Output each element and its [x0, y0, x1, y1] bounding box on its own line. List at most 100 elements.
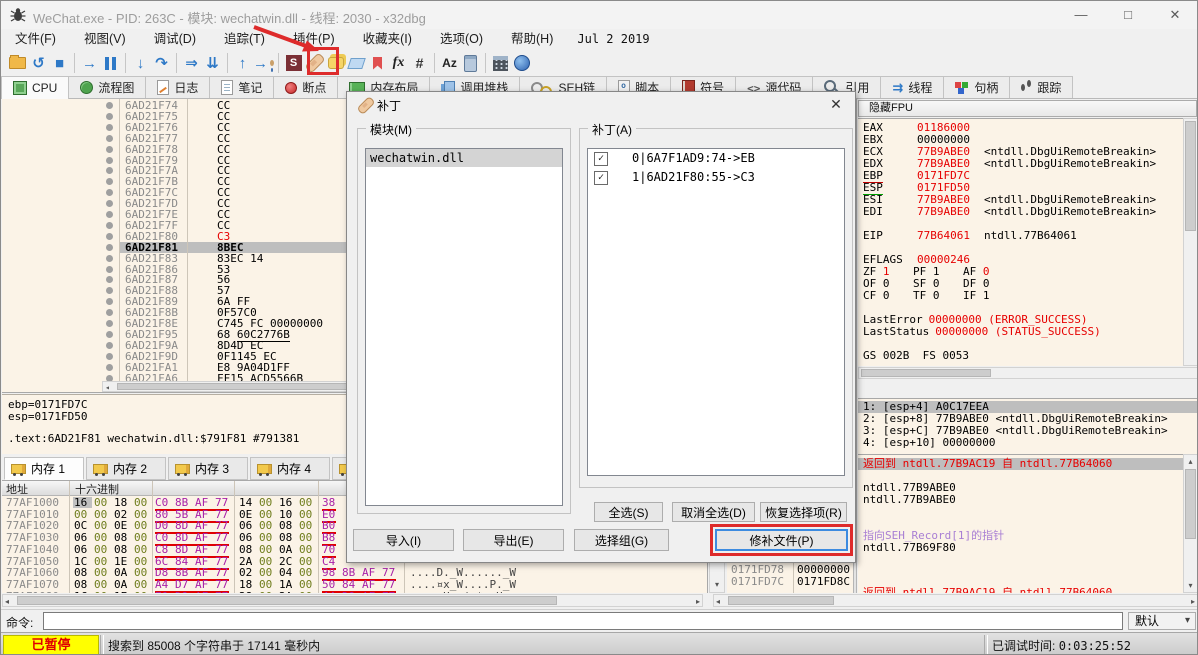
breakpoint-dot[interactable] — [106, 200, 113, 208]
menu-build-date: Jul 2 2019 — [577, 32, 650, 46]
close-button[interactable]: ✕ — [1158, 5, 1192, 25]
breakpoint-dot[interactable] — [106, 167, 113, 175]
import-button[interactable]: 导入(I) — [353, 529, 454, 551]
step-over-icon[interactable]: ↷ — [151, 51, 172, 75]
tab-线程[interactable]: 线程 — [881, 76, 945, 98]
patch-list-item[interactable]: ✓ 0|6A7F1AD9:74->EB — [588, 149, 844, 168]
pause-icon[interactable] — [100, 51, 121, 75]
memory-tab-4[interactable]: 内存 4 — [250, 457, 330, 480]
deselect-all-button[interactable]: 取消全选(D) — [672, 502, 755, 522]
checkbox-checked-icon[interactable]: ✓ — [594, 152, 608, 166]
tab-跟踪[interactable]: 跟踪 — [1010, 76, 1074, 98]
hash-icon[interactable]: # — [409, 51, 430, 75]
breakpoint-dot[interactable] — [106, 211, 113, 218]
breakpoint-dot[interactable] — [106, 276, 113, 284]
stack-info-pane[interactable]: 返回到 ntdll.77B9AC19 自 ntdll.77B64060 ntdll… — [858, 454, 1183, 593]
stack-info-vertical-scrollbar[interactable]: ▴ ▾ — [1183, 454, 1197, 593]
select-all-button[interactable]: 全选(S) — [594, 502, 663, 522]
breakpoint-dot[interactable] — [106, 254, 113, 262]
phone-icon[interactable] — [460, 51, 481, 75]
stack-horizontal-scrollbar[interactable]: ◂ ▸ — [713, 594, 1197, 607]
select-group-button[interactable]: 选择组(G) — [574, 529, 669, 551]
breakpoint-dot[interactable] — [106, 363, 113, 371]
tab-句柄[interactable]: 句柄 — [944, 76, 1011, 98]
export-button[interactable]: 导出(E) — [463, 529, 564, 551]
patch-list-item[interactable]: ✓ 1|6AD21F80:55->C3 — [588, 168, 844, 187]
breakpoint-dot[interactable] — [106, 320, 113, 327]
attach-icon[interactable]: → — [253, 51, 274, 75]
patch-file-button[interactable]: 修补文件(P) — [715, 529, 848, 551]
module-list[interactable]: wechatwin.dll — [365, 148, 563, 506]
checkbox-checked-icon[interactable]: ✓ — [594, 171, 608, 185]
open-folder-icon[interactable] — [7, 51, 28, 75]
breakpoint-dot[interactable] — [106, 123, 113, 131]
menu-item[interactable]: 追踪(T) — [210, 29, 279, 49]
maximize-button[interactable]: □ — [1111, 5, 1145, 25]
breakpoint-dot[interactable] — [106, 330, 113, 338]
breakpoint-dot[interactable] — [106, 243, 113, 251]
menu-item[interactable]: 插件(P) — [279, 29, 349, 49]
comments-icon[interactable] — [325, 51, 346, 75]
menu-item[interactable]: 收藏夹(I) — [349, 29, 426, 49]
breakpoint-dot[interactable] — [106, 221, 113, 229]
registers-horizontal-scrollbar[interactable] — [858, 367, 1197, 379]
breakpoint-dot[interactable] — [106, 232, 113, 240]
menu-item[interactable]: 调试(D) — [140, 29, 210, 49]
breakpoint-dot[interactable] — [106, 287, 113, 295]
breakpoint-dot[interactable] — [106, 341, 113, 349]
step-into-icon[interactable]: ↓ — [130, 51, 151, 75]
command-input[interactable] — [43, 612, 1123, 630]
patch-list[interactable]: ✓ 0|6A7F1AD9:74->EB ✓ 1|6AD21F80:55->C3 — [587, 148, 845, 476]
tab-流程图[interactable]: 流程图 — [69, 76, 147, 98]
globe-icon[interactable] — [511, 51, 532, 75]
menu-item[interactable]: 文件(F) — [1, 29, 70, 49]
tab-日志[interactable]: 日志 — [146, 76, 211, 98]
stop-icon[interactable]: ■ — [49, 51, 70, 75]
memory-tab-1[interactable]: 内存 1 — [4, 457, 84, 480]
fx-icon[interactable]: fx — [388, 51, 409, 75]
execute-return-icon[interactable]: ↑ — [232, 51, 253, 75]
step-deep-icon[interactable]: ⇊ — [202, 51, 223, 75]
breakpoint-dot[interactable] — [106, 309, 113, 317]
breakpoint-dot[interactable] — [106, 112, 113, 120]
memory-tab-3[interactable]: 内存 3 — [168, 457, 248, 480]
menu-item[interactable]: 视图(V) — [70, 29, 140, 49]
registers-vertical-scrollbar[interactable] — [1183, 118, 1197, 366]
module-list-item[interactable]: wechatwin.dll — [366, 149, 562, 167]
breakpoint-dot[interactable] — [106, 189, 113, 197]
breakpoint-dot[interactable] — [106, 145, 113, 153]
breakpoint-dot[interactable] — [106, 102, 113, 109]
command-script-dropdown[interactable]: 默认 — [1128, 612, 1196, 630]
minimize-button[interactable]: — — [1064, 5, 1098, 25]
menu-item[interactable]: 帮助(H) — [497, 29, 567, 49]
restore-selection-button[interactable]: 恢复选择项(R) — [760, 502, 847, 522]
breakpoint-dot[interactable] — [106, 156, 113, 164]
az-icon[interactable]: Az — [439, 51, 460, 75]
run-icon[interactable]: → — [79, 51, 100, 75]
breakpoint-dot[interactable] — [106, 178, 113, 186]
registers-pane[interactable]: EAX 01186000 EBX 00000000 ECX 77B9ABE0 <ntdll.… — [858, 118, 1183, 366]
dump-row[interactable]: 77AF1080 1C001E00 70D9AF77 28002A00 44D9AF77… — [2, 590, 707, 593]
argument-row[interactable]: 4: [esp+10] 00000000 — [858, 437, 1197, 449]
dialog-close-icon[interactable]: ✕ — [825, 95, 847, 113]
breakpoint-dot[interactable] — [106, 134, 113, 142]
bookmarks-icon[interactable] — [367, 51, 388, 75]
arguments-pane[interactable]: 1: [esp+4] A0C17EEA 2: [esp+8] 77B9ABE0 <… — [858, 398, 1197, 454]
run-to-icon[interactable]: ⇒ — [181, 51, 202, 75]
patch-icon[interactable] — [303, 51, 326, 75]
tab-CPU[interactable]: CPU — [1, 76, 70, 99]
hide-fpu-button[interactable]: 隐藏FPU — [858, 100, 1197, 117]
breakpoint-dot[interactable] — [106, 265, 113, 273]
menu-item[interactable]: 选项(O) — [426, 29, 497, 49]
restart-icon[interactable]: ↺ — [28, 51, 49, 75]
breakpoint-dot[interactable] — [106, 352, 113, 360]
s-badge-icon[interactable]: S — [283, 51, 304, 75]
stack-row[interactable]: 0171FD7C 0171FD8C — [727, 576, 854, 588]
labels-icon[interactable] — [346, 51, 367, 75]
memory-tab-2[interactable]: 内存 2 — [86, 457, 166, 480]
tab-笔记[interactable]: 笔记 — [210, 76, 275, 98]
tab-断点[interactable]: 断点 — [274, 76, 339, 98]
breakpoint-dot[interactable] — [106, 298, 113, 306]
calculator-icon[interactable] — [490, 51, 511, 75]
dump-horizontal-scrollbar[interactable]: ◂ ▸ — [2, 594, 703, 607]
